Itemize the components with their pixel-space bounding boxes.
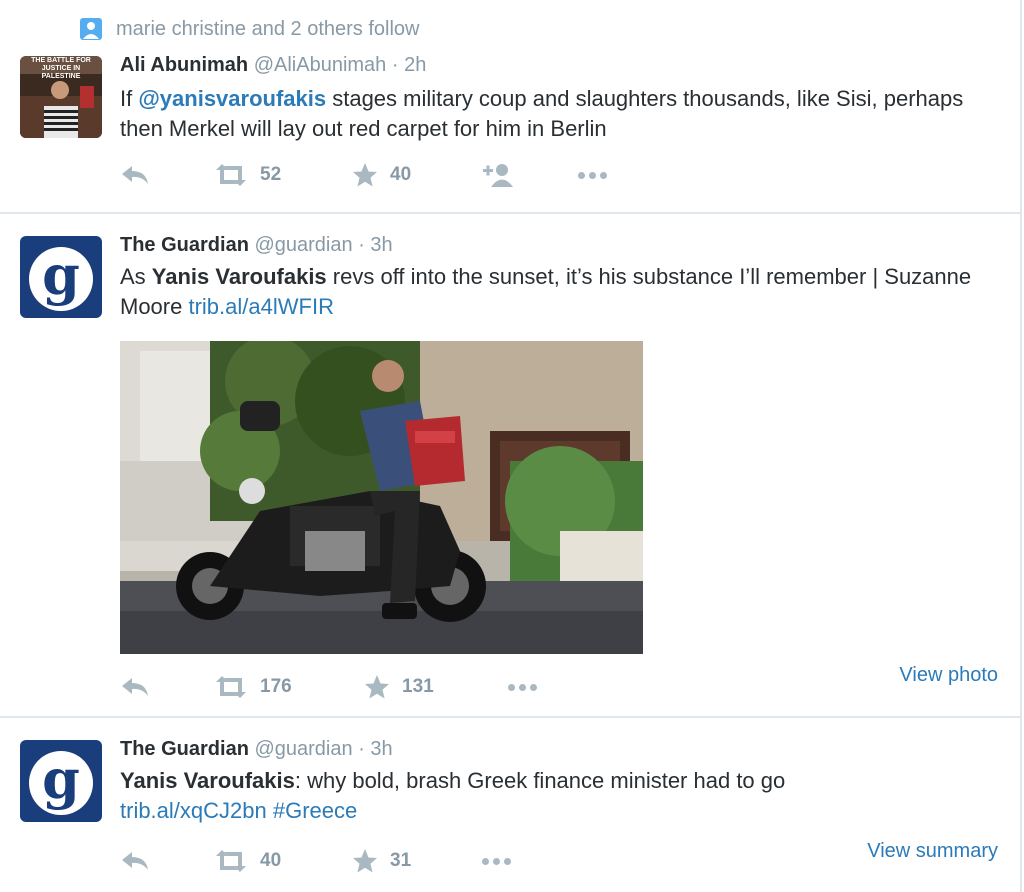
author-handle[interactable]: @guardian [254, 234, 352, 256]
reply-button[interactable] [120, 160, 150, 190]
more-button[interactable] [578, 160, 607, 190]
star-icon [353, 849, 377, 873]
favorite-count: 131 [402, 676, 434, 697]
social-context: marie christine and 2 others follow [80, 14, 419, 44]
tweet-text: Yanis Varoufakis: why bold, brash Greek … [120, 766, 1000, 826]
retweet-icon [216, 676, 246, 698]
retweet-count: 40 [260, 850, 282, 871]
tweet-text: If @yanisvaroufakis stages military coup… [120, 84, 1000, 144]
reply-button[interactable] [120, 672, 150, 702]
social-context-text: marie christine and 2 others follow [116, 17, 420, 40]
timestamp[interactable]: · 2h [392, 54, 426, 76]
tweet-3[interactable]: g The Guardian @guardian · 3h Yanis Varo… [0, 718, 1022, 892]
star-icon [353, 163, 377, 187]
view-summary-link[interactable]: View summary [867, 840, 998, 863]
favorite-button[interactable]: 40 [352, 160, 411, 190]
tweet-header: Ali Abunimah @AliAbunimah · 2h [120, 54, 426, 77]
svg-text:g: g [42, 747, 80, 811]
bold-name: Yanis Varoufakis [151, 264, 327, 289]
retweet-count: 52 [260, 164, 282, 185]
user-icon [80, 18, 102, 40]
article-link[interactable]: trib.al/a4lWFIR [188, 294, 333, 319]
retweet-button[interactable]: 40 [214, 846, 281, 876]
follow-button[interactable] [482, 160, 516, 190]
retweet-icon [216, 850, 246, 872]
text-segment: If [120, 86, 139, 111]
tweet-header: The Guardian @guardian · 3h [120, 738, 393, 761]
author-handle[interactable]: @AliAbunimah [254, 54, 387, 76]
author-name[interactable]: The Guardian [120, 738, 249, 760]
author-handle[interactable]: @guardian [254, 738, 352, 760]
timestamp[interactable]: · 3h [358, 234, 392, 256]
view-photo-link[interactable]: View photo [899, 664, 998, 687]
more-icon [482, 857, 511, 865]
avatar[interactable]: g [20, 236, 102, 318]
bold-name: Yanis Varoufakis [120, 768, 295, 793]
retweet-button[interactable]: 52 [214, 160, 281, 190]
reply-button[interactable] [120, 846, 150, 876]
hashtag-link[interactable]: #Greece [273, 798, 357, 823]
avatar[interactable]: g [20, 740, 102, 822]
tweet-text: As Yanis Varoufakis revs off into the su… [120, 262, 1000, 322]
tweet-header: The Guardian @guardian · 3h [120, 234, 393, 257]
author-name[interactable]: Ali Abunimah [120, 54, 248, 76]
text-segment: : why bold, brash Greek finance minister… [294, 768, 786, 793]
article-link[interactable]: trib.al/xqCJ2bn [120, 798, 267, 823]
retweet-icon [216, 164, 246, 186]
author-name[interactable]: The Guardian [120, 234, 249, 256]
mention-link[interactable]: @yanisvaroufakis [138, 86, 326, 111]
tweet-1[interactable]: marie christine and 2 others follow THE … [0, 0, 1022, 214]
retweet-button[interactable]: 176 [214, 672, 292, 702]
avatar-caption: THE BATTLE FOR JUSTICE IN PALESTINE [31, 57, 91, 80]
text-segment: As [120, 264, 152, 289]
star-icon [365, 675, 389, 699]
timestamp[interactable]: · 3h [358, 738, 392, 760]
follow-icon [483, 164, 513, 187]
retweet-count: 176 [260, 676, 292, 697]
more-icon [508, 683, 537, 691]
reply-icon [122, 166, 148, 184]
avatar[interactable]: THE BATTLE FOR JUSTICE IN PALESTINE [20, 56, 102, 138]
favorite-button[interactable]: 131 [364, 672, 434, 702]
more-button[interactable] [508, 672, 537, 702]
more-icon [578, 171, 607, 179]
favorite-button[interactable]: 31 [352, 846, 411, 876]
tweet-photo[interactable] [120, 341, 643, 654]
favorite-count: 31 [390, 850, 412, 871]
reply-icon [122, 678, 148, 696]
svg-text:g: g [42, 243, 80, 307]
more-button[interactable] [482, 846, 511, 876]
favorite-count: 40 [390, 164, 412, 185]
reply-icon [122, 852, 148, 870]
